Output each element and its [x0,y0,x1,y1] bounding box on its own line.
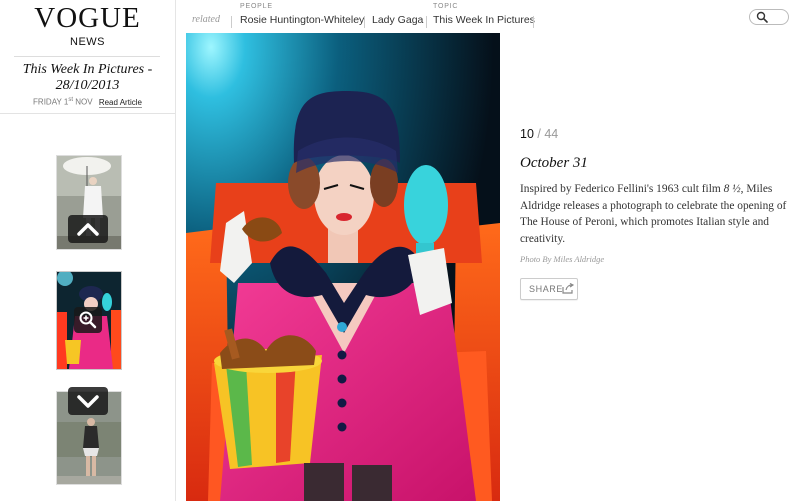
current-index: 10 [520,127,534,141]
vogue-logo[interactable]: VOGUE [0,2,175,35]
article-meta: FRIDAY 1st NOV Read Article [0,97,175,108]
divider [364,16,365,28]
search-button[interactable] [749,9,789,25]
divider [231,16,232,28]
person-link[interactable]: Rosie Huntington-Whiteley [240,14,364,26]
divider [14,56,160,57]
divider [0,113,175,114]
related-label: related [192,14,220,25]
share-icon [562,283,574,294]
zoom-in-icon [79,311,97,329]
photo-image [186,33,500,501]
article-title[interactable]: This Week In Pictures - 28/10/2013 [10,62,165,94]
topic-label: TOPIC [433,3,459,10]
people-label: PEOPLE [240,3,273,10]
main-photo[interactable] [186,33,500,501]
caption-text-part: Inspired by Federico Fellini's 1963 cult… [520,183,724,195]
chevron-up-icon [77,223,99,236]
caption-text: Inspired by Federico Fellini's 1963 cult… [520,181,800,247]
film-title: 8 ½ [723,183,741,195]
article-date-suffix: st [68,97,73,103]
article-date-day: FRIDAY 1 [33,97,69,107]
caption-date: October 31 [520,155,588,171]
chevron-down-icon [77,395,99,408]
counter-separator: / [537,127,541,141]
total-count: 44 [544,127,559,141]
next-image-button[interactable] [68,387,108,415]
share-label: SHARE [529,284,564,294]
share-button[interactable]: SHARE [520,278,578,300]
zoom-button[interactable] [74,307,102,333]
photo-credit: Photo By Miles Aldridge [520,254,605,264]
article-date-month: NOV [75,97,93,107]
image-counter: 10 / 44 [520,127,558,141]
search-icon [756,11,768,23]
previous-image-button[interactable] [68,215,108,243]
section-label[interactable]: NEWS [0,36,175,48]
related-bar: related PEOPLE Rosie Huntington-Whiteley… [176,0,800,33]
person-link[interactable]: Lady Gaga [372,14,423,26]
left-sidebar: VOGUE NEWS This Week In Pictures - 28/10… [0,0,175,501]
divider [533,16,534,28]
column-divider [175,0,176,501]
topic-link[interactable]: This Week In Pictures [433,14,535,26]
read-article-link[interactable]: Read Article [98,97,142,108]
divider [426,16,427,28]
